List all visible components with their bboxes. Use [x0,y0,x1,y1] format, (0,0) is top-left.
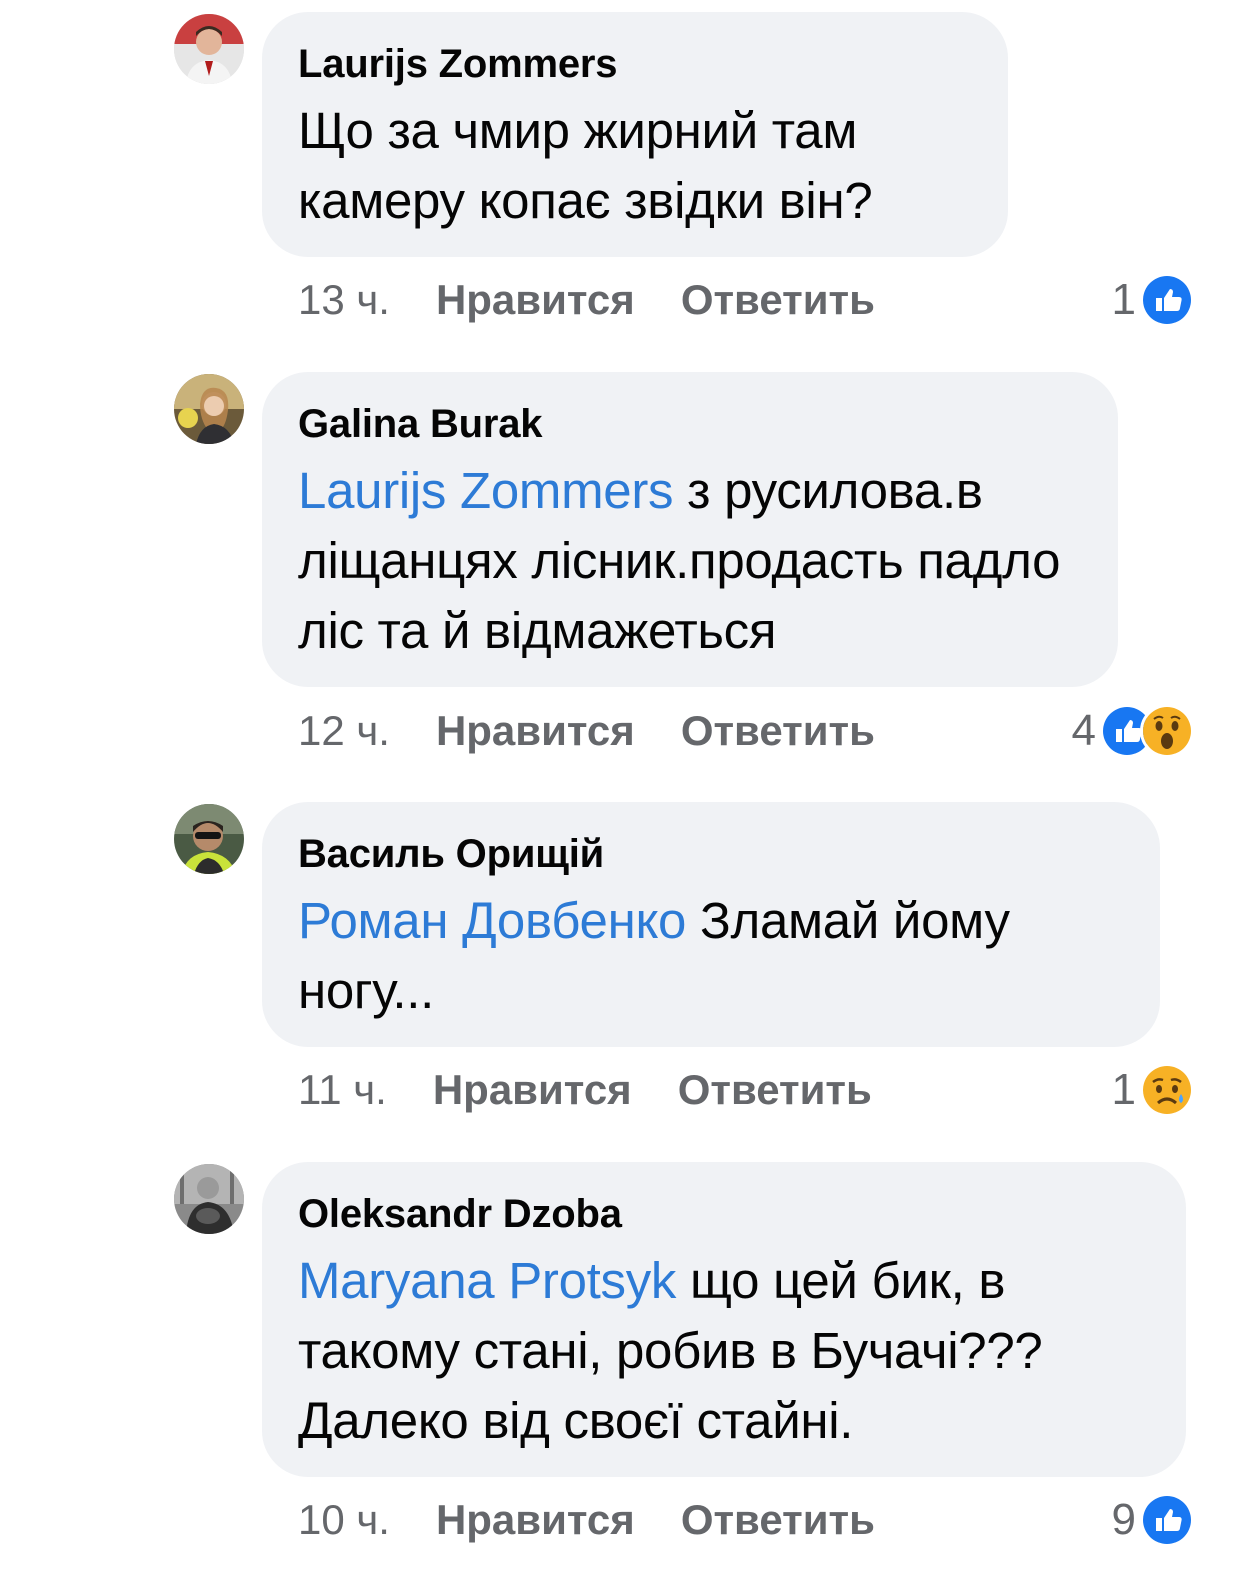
mention-link[interactable]: Роман Довбенко [298,892,686,949]
comment-body: Що за чмир жирний там камеру копає звідк… [298,102,873,229]
sad-reaction-icon [1140,1063,1194,1117]
reply-button[interactable]: Ответить [681,707,875,754]
comment-author[interactable]: Galina Burak [298,400,1082,448]
reaction-summary[interactable]: 1 [1112,270,1194,330]
avatar[interactable] [174,14,244,84]
avatar[interactable] [174,804,244,874]
comment-time[interactable]: 11 ч. [298,1066,387,1113]
comment-text: Що за чмир жирний там камеру копає звідк… [298,96,972,236]
reaction-count: 4 [1071,706,1096,755]
avatar[interactable] [174,374,244,444]
reaction-count: 1 [1111,1065,1136,1114]
reply-button[interactable]: Ответить [678,1066,872,1113]
like-button[interactable]: Нравится [436,1496,635,1543]
mention-link[interactable]: Maryana Protsyk [298,1252,676,1309]
comment-author[interactable]: Василь Орищій [298,830,1124,878]
comment-author[interactable]: Oleksandr Dzoba [298,1190,1150,1238]
reaction-summary[interactable]: 9 [1112,1490,1194,1550]
comment-bubble: Oleksandr Dzoba Maryana Protsyk що цей б… [262,1162,1186,1477]
like-button[interactable]: Нравится [433,1066,632,1113]
mention-link[interactable]: Laurijs Zommers [298,462,674,519]
comment-time[interactable]: 12 ч. [298,707,390,754]
comment-meta: 12 ч. Нравится Ответить [298,701,875,761]
comment-text: Maryana Protsyk що цей бик, в такому ста… [298,1246,1150,1456]
reaction-count: 9 [1111,1495,1136,1544]
wow-reaction-icon [1140,704,1194,758]
comment-meta: 10 ч. Нравится Ответить [298,1490,875,1550]
like-button[interactable]: Нравится [436,707,635,754]
reply-button[interactable]: Ответить [681,276,875,323]
comment-time[interactable]: 13 ч. [298,276,390,323]
reply-button[interactable]: Ответить [681,1496,875,1543]
comment-meta: 11 ч. Нравится Ответить [298,1060,872,1120]
comment-text: Laurijs Zommers з русилова.в ліщанцях лі… [298,456,1082,666]
reaction-summary[interactable]: 4 [1072,701,1194,761]
reaction-summary[interactable]: 1 [1112,1060,1194,1120]
like-reaction-icon [1140,273,1194,327]
like-reaction-icon [1140,1493,1194,1547]
avatar[interactable] [174,1164,244,1234]
comment-text: Роман Довбенко Зламай йому ногу... [298,886,1124,1026]
comment-time[interactable]: 10 ч. [298,1496,390,1543]
like-button[interactable]: Нравится [436,276,635,323]
comment-bubble: Galina Burak Laurijs Zommers з русилова.… [262,372,1118,687]
comment-meta: 13 ч. Нравится Ответить [298,270,875,330]
comment-bubble: Василь Орищій Роман Довбенко Зламай йому… [262,802,1160,1047]
reaction-count: 1 [1111,275,1136,324]
comment-author[interactable]: Laurijs Zommers [298,40,972,88]
comment-bubble: Laurijs Zommers Що за чмир жирний там ка… [262,12,1008,257]
